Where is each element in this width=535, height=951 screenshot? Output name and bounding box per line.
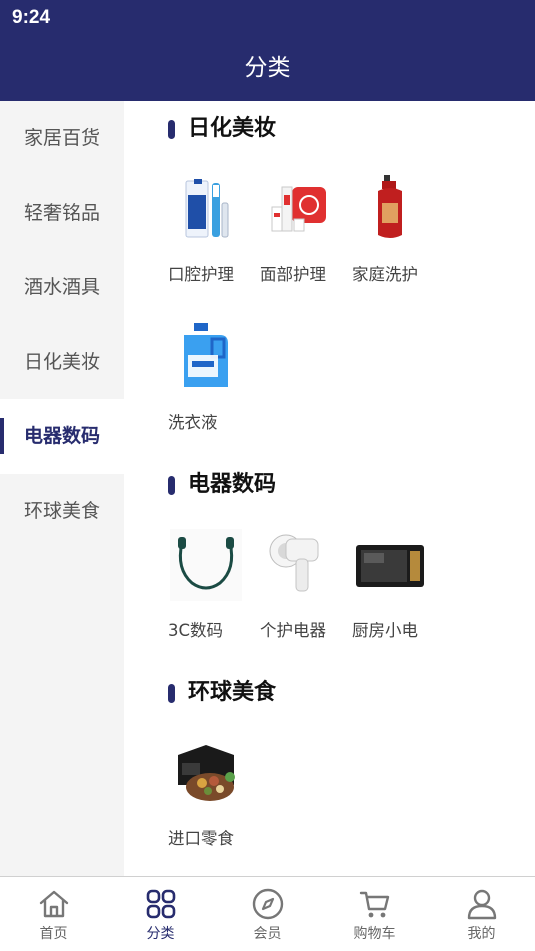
- sidebar-item-global-food[interactable]: 环球美食: [0, 474, 124, 549]
- tab-label: 分类: [146, 926, 175, 942]
- category-item-label: 洗衣液: [168, 413, 218, 432]
- sidebar-item-label: 电器数码: [23, 425, 100, 447]
- section-title-cosmetics: 日化美妆: [168, 112, 276, 146]
- detergent-bottle-image: [184, 323, 228, 387]
- category-item-label: 厨房小电: [352, 621, 418, 640]
- tab-label: 购物车: [353, 926, 396, 942]
- tab-label: 我的: [467, 926, 496, 942]
- earphones-image: [170, 529, 242, 601]
- tab-mine[interactable]: 我的: [428, 877, 535, 951]
- category-item-label: 进口零食: [168, 829, 234, 848]
- sidebar-item-cosmetics[interactable]: 日化美妆: [0, 325, 124, 400]
- tab-home[interactable]: 首页: [0, 877, 107, 951]
- category-item-3c-digital[interactable]: 3C数码: [166, 529, 246, 641]
- section-marker: [168, 476, 175, 495]
- nuts-gift-box-image: [178, 745, 235, 801]
- status-time: 9:24: [12, 7, 51, 28]
- category-item-face-care[interactable]: 面部护理: [258, 173, 338, 285]
- section-title-text: 环球美食: [188, 680, 277, 705]
- section-title-global-food: 环球美食: [168, 676, 276, 710]
- skincare-set-image: [271, 186, 326, 232]
- user-icon: [467, 889, 496, 920]
- section-title-text: 日化美妆: [188, 116, 277, 141]
- category-item-oral-care[interactable]: 口腔护理: [166, 173, 246, 285]
- category-item-label: 面部护理: [260, 265, 326, 284]
- category-item-home-wash[interactable]: 家庭洗护: [350, 173, 430, 285]
- category-item-label: 个护电器: [260, 621, 326, 640]
- section-marker: [168, 120, 175, 139]
- sidebar-item-label: 酒水酒具: [23, 276, 100, 298]
- tab-label: 会员: [253, 926, 282, 942]
- category-item-kitchen-appliance[interactable]: 厨房小电: [350, 529, 430, 641]
- category-grid-icon: [146, 889, 175, 919]
- category-item-imported-snacks[interactable]: 进口零食: [166, 737, 246, 849]
- status-bar: 9:24: [0, 0, 535, 36]
- cart-icon: [359, 891, 389, 918]
- hair-dryer-image: [269, 534, 319, 592]
- sidebar-item-label: 家居百货: [23, 127, 100, 149]
- section-title-electronics: 电器数码: [168, 468, 276, 502]
- shampoo-bottle-image: [378, 175, 402, 238]
- section-title-text: 电器数码: [188, 472, 277, 497]
- sidebar-item-label: 轻奢铭品: [23, 201, 100, 224]
- sidebar-item-label: 环球美食: [23, 499, 100, 522]
- sidebar-item-label: 日化美妆: [23, 350, 100, 373]
- toothpaste-image: [185, 179, 229, 238]
- tab-cart[interactable]: 购物车: [321, 877, 428, 951]
- section-marker: [168, 684, 175, 703]
- category-item-label: 3C数码: [168, 621, 224, 640]
- microwave-image: [356, 545, 424, 587]
- bottom-tab-bar: 首页 分类 会员 购物车 我的: [0, 876, 535, 951]
- sidebar-item-electronics[interactable]: 电器数码: [0, 399, 124, 474]
- sidebar-item-wine[interactable]: 酒水酒具: [0, 250, 124, 325]
- tab-category[interactable]: 分类: [107, 877, 214, 951]
- page-title: 分类: [244, 55, 291, 81]
- nav-bar: 分类: [0, 36, 535, 101]
- category-item-detergent[interactable]: 洗衣液: [166, 321, 246, 433]
- category-sidebar: 家居百货 轻奢铭品 酒水酒具 日化美妆 电器数码 环球美食: [0, 101, 124, 877]
- sidebar-item-luxury[interactable]: 轻奢铭品: [0, 176, 124, 251]
- home-icon: [39, 890, 68, 918]
- sidebar-item-home-goods[interactable]: 家居百货: [0, 101, 124, 176]
- compass-icon: [252, 888, 283, 920]
- category-item-label: 口腔护理: [168, 265, 234, 284]
- tab-member[interactable]: 会员: [214, 877, 321, 951]
- category-item-label: 家庭洗护: [352, 265, 418, 284]
- tab-label: 首页: [39, 926, 68, 942]
- category-item-personal-care-appliance[interactable]: 个护电器: [258, 529, 338, 641]
- category-content: 日化美妆 口腔护理 面部护理 家庭洗护 洗衣液 电器数码 3C数码 个护电器 厨…: [124, 101, 535, 877]
